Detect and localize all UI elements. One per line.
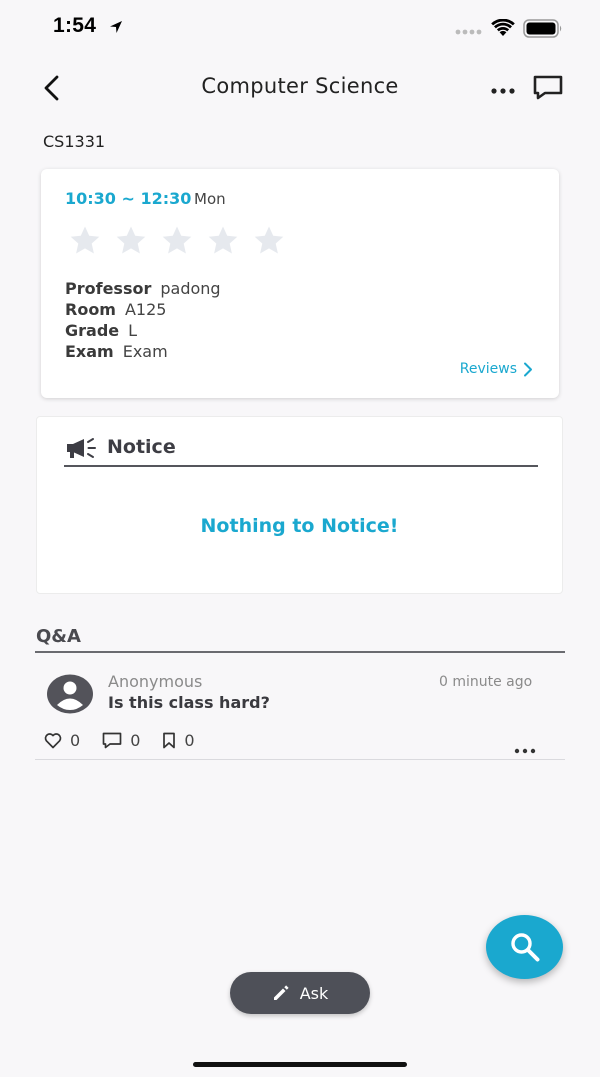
detail-row-exam: Exam Exam — [65, 341, 221, 362]
chat-bubble-icon — [533, 75, 563, 100]
wifi-icon — [491, 19, 515, 36]
detail-key: Room — [65, 300, 116, 319]
post-more-button[interactable] — [514, 739, 536, 758]
heart-icon — [44, 733, 62, 749]
search-button[interactable] — [486, 915, 563, 979]
detail-key: Professor — [65, 279, 152, 298]
star-icon — [162, 226, 192, 254]
star-icon — [208, 226, 238, 254]
star-icon — [70, 226, 100, 254]
detail-value: padong — [160, 279, 221, 298]
more-options-button[interactable] — [490, 80, 516, 99]
notice-card: Notice Nothing to Notice! — [36, 416, 563, 594]
course-details: Professor padong Room A125 Grade L Exam Exam — [65, 278, 221, 362]
detail-row-professor: Professor padong — [65, 278, 221, 299]
megaphone-icon — [67, 438, 96, 458]
signal-icon — [455, 29, 482, 35]
ask-button[interactable]: Ask — [230, 972, 370, 1014]
battery-icon — [523, 19, 562, 38]
post-title[interactable]: Is this class hard? — [108, 693, 270, 712]
reviews-link[interactable]: Reviews — [460, 361, 533, 377]
chevron-right-icon — [524, 362, 532, 376]
class-day: Mon — [194, 190, 226, 208]
location-arrow-icon — [110, 21, 122, 33]
star-icon — [254, 226, 284, 254]
post-divider — [35, 759, 565, 760]
course-info-card: 10:30 ~ 12:30 Mon Professor padong Room A1… — [41, 169, 559, 398]
notice-divider — [64, 465, 538, 467]
notice-empty-message: Nothing to Notice! — [200, 515, 399, 537]
comment-count: 0 — [130, 731, 141, 750]
like-count: 0 — [70, 731, 81, 750]
bookmark-button[interactable]: 0 — [162, 731, 195, 750]
ellipsis-icon — [491, 88, 515, 94]
star-icon — [116, 226, 146, 254]
course-code: CS1331 — [43, 132, 106, 151]
detail-value: L — [128, 321, 138, 340]
class-time: 10:30 ~ 12:30 — [65, 189, 192, 208]
like-button[interactable]: 0 — [44, 731, 80, 750]
status-time: 1:54 — [53, 14, 97, 37]
rating-stars[interactable] — [69, 225, 285, 255]
detail-row-room: Room A125 — [65, 299, 221, 320]
qa-heading: Q&A — [36, 626, 81, 647]
chat-button[interactable] — [532, 74, 564, 104]
pencil-icon — [273, 985, 289, 1000]
post-actions: 0 0 0 — [44, 731, 217, 750]
detail-row-grade: Grade L — [65, 320, 221, 341]
bookmark-count: 0 — [184, 731, 195, 750]
qa-divider — [35, 651, 565, 653]
home-indicator[interactable] — [193, 1062, 407, 1067]
detail-key: Grade — [65, 321, 120, 340]
comment-button[interactable]: 0 — [102, 731, 140, 750]
search-icon — [510, 933, 539, 962]
post-timestamp: 0 minute ago — [439, 674, 533, 690]
avatar-icon — [47, 674, 93, 714]
ask-label: Ask — [299, 983, 329, 1003]
post-author: Anonymous — [108, 672, 203, 691]
detail-value: A125 — [124, 300, 167, 319]
notice-title: Notice — [107, 436, 176, 458]
reviews-label: Reviews — [459, 361, 517, 377]
ellipsis-icon — [514, 748, 536, 754]
comment-icon — [102, 732, 122, 749]
bookmark-icon — [163, 732, 176, 749]
detail-key: Exam — [65, 342, 114, 361]
detail-value: Exam — [122, 342, 168, 361]
